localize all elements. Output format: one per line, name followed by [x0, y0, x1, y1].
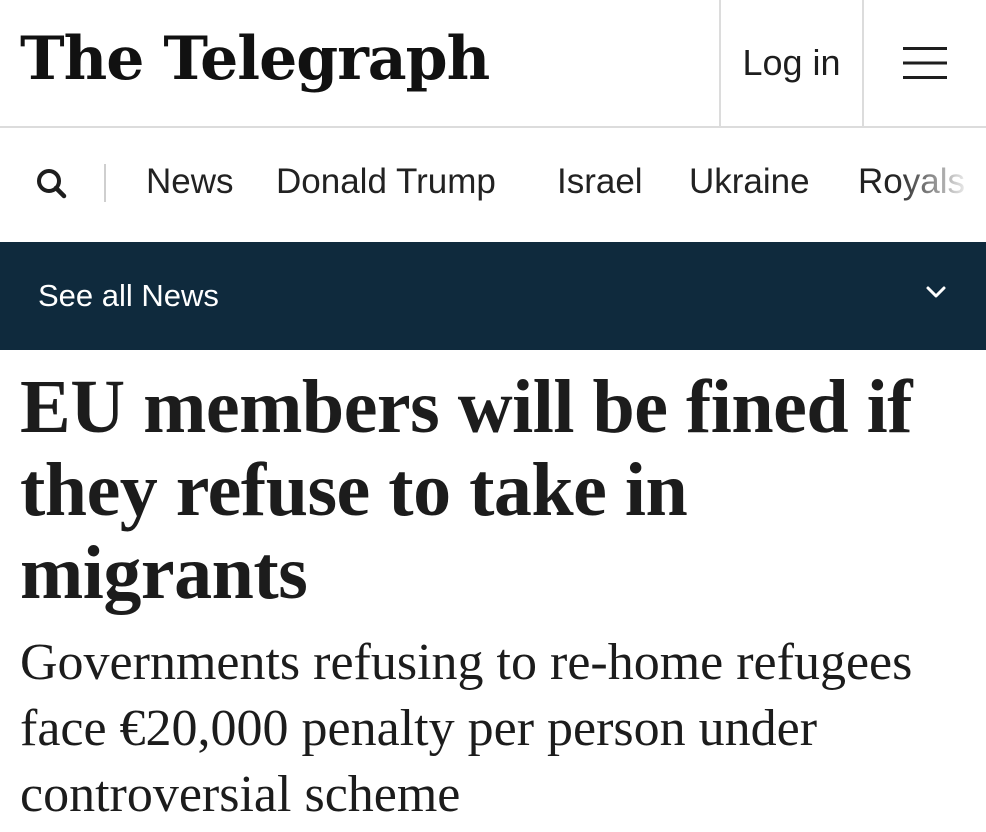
article-headline: EU members will be fined if they refuse …	[20, 365, 913, 615]
nav-item-news[interactable]: News	[146, 160, 234, 204]
nav-scroll-fade	[896, 148, 986, 218]
hamburger-menu-icon	[903, 47, 947, 79]
see-all-news-label: See all News	[38, 278, 219, 313]
see-all-news-bar[interactable]: See all News	[0, 242, 986, 350]
article-standfirst: Governments refusing to re-home refugees…	[20, 634, 913, 823]
nav-item-ukraine[interactable]: Ukraine	[689, 160, 810, 204]
telegraph-logo[interactable]: The Telegraph	[20, 22, 490, 96]
site-header: The Telegraph Log in	[0, 0, 986, 128]
nav-divider	[104, 164, 106, 202]
nav-item-israel[interactable]: Israel	[557, 160, 643, 204]
search-button[interactable]	[32, 164, 72, 204]
login-button[interactable]: Log in	[719, 0, 862, 126]
search-icon	[37, 169, 67, 199]
chevron-down-icon[interactable]	[925, 285, 947, 299]
section-nav: News Donald Trump Israel Ukraine Royals	[0, 128, 986, 242]
menu-button[interactable]	[862, 0, 986, 126]
nav-item-donald-trump[interactable]: Donald Trump	[276, 160, 496, 204]
